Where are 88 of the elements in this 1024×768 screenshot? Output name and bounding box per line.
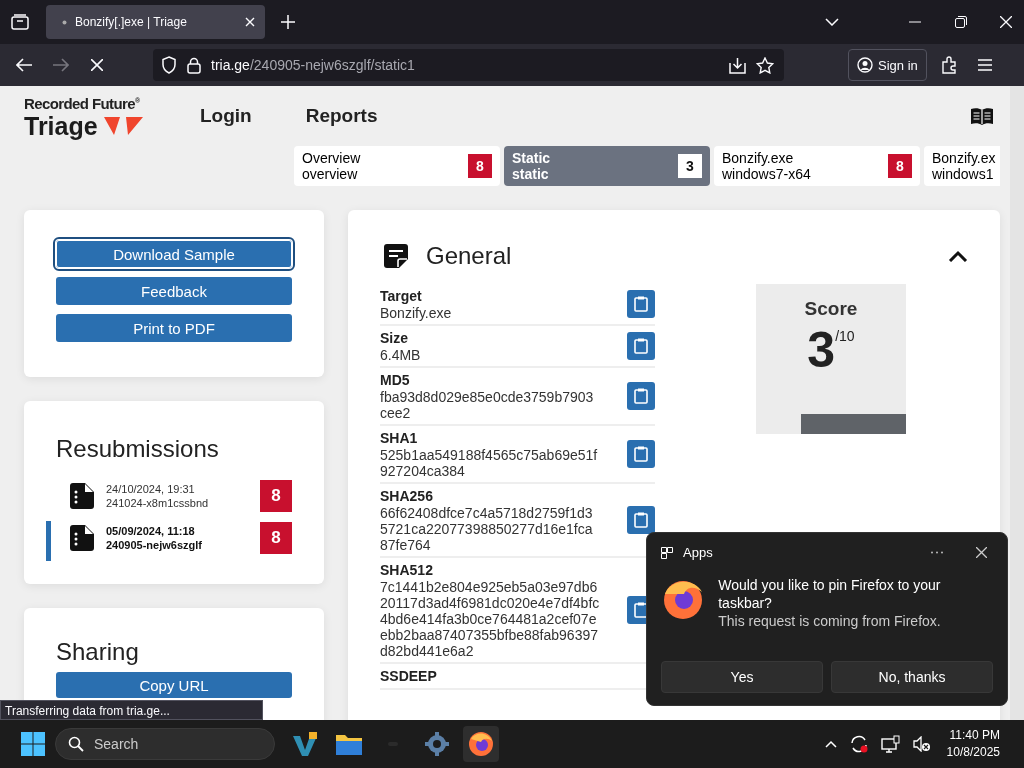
- field-value: 525b1aa549188f4565c75ab69e51f927204ca384: [380, 447, 599, 479]
- muted-speaker-icon[interactable]: [912, 736, 931, 752]
- forward-icon[interactable]: [53, 58, 69, 72]
- score-badge: 8: [260, 522, 292, 554]
- back-icon[interactable]: [16, 58, 32, 72]
- clipboard-icon: [634, 296, 648, 312]
- report-tab[interactable]: Bonzify.ex windows1: [924, 146, 1000, 186]
- extensions-icon[interactable]: [940, 56, 959, 74]
- url-text: tria.ge/240905-nejw6szglf/static1: [211, 57, 416, 73]
- new-tab-icon[interactable]: [281, 15, 295, 29]
- notification-button[interactable]: Yes: [661, 661, 823, 693]
- nav-link[interactable]: Login: [200, 105, 252, 127]
- loading-dot-icon: [62, 19, 67, 25]
- browser-tab[interactable]: Bonzify[.]exe | Triage: [46, 5, 265, 39]
- brand-name: Triage: [24, 111, 98, 140]
- clock-time[interactable]: 11:40 PM: [949, 727, 1000, 744]
- resubmission-link[interactable]: 24/10/2024, 19:31 241024-x8m1cssbnd: [106, 482, 260, 510]
- lock-icon[interactable]: [187, 56, 201, 74]
- restore-icon[interactable]: [955, 16, 967, 28]
- clipboard-icon: [634, 512, 648, 528]
- field-value: fba93d8d029e85e0cde3759b7903cee2: [380, 389, 595, 421]
- more-icon[interactable]: [930, 551, 944, 554]
- network-icon[interactable]: [880, 735, 901, 753]
- firefox-icon[interactable]: [463, 726, 499, 762]
- logo-icon: [103, 115, 144, 136]
- apps-icon: [661, 546, 673, 559]
- account-icon: [857, 57, 873, 73]
- score-value: 3: [807, 322, 836, 378]
- windows-start-icon[interactable]: [21, 732, 45, 756]
- close-icon[interactable]: [976, 547, 987, 558]
- field-label: SSDEEP: [380, 667, 438, 685]
- taskbar-search[interactable]: Search: [55, 728, 275, 760]
- notification-message: Would you like to pin Firefox to your taskbar?: [718, 576, 942, 612]
- field-value: Bonzify.exe: [380, 305, 453, 321]
- book-icon[interactable]: [970, 107, 994, 125]
- resubmission-link[interactable]: 05/09/2024, 11:18 240905-nejw6szglf: [106, 524, 260, 552]
- clipboard-icon: [634, 602, 648, 618]
- notification-detail: This request is coming from Firefox.: [718, 612, 942, 630]
- score-badge: 3: [678, 154, 702, 178]
- report-tab[interactable]: Bonzify.exe windows7-x64 8: [714, 146, 920, 186]
- clock-date[interactable]: 10/8/2025: [946, 744, 1000, 761]
- field-label: SHA256: [380, 487, 434, 505]
- report-tab[interactable]: Static static 3: [504, 146, 710, 186]
- field-label: MD5: [380, 371, 411, 389]
- action-button[interactable]: Print to PDF: [56, 314, 292, 342]
- section-title: General: [426, 242, 513, 270]
- notification-button[interactable]: No, thanks: [831, 661, 993, 693]
- card-title: Resubmissions: [56, 435, 220, 463]
- download-icon[interactable]: [729, 56, 746, 74]
- sync-icon[interactable]: [848, 735, 869, 753]
- field-value: 66f62408dfce7c4a5718d2759f1d35721ca22077398850277d16e1fca87fe764: [380, 505, 594, 553]
- field-value: 7c1441b2e804e925eb5a03e97db620117d3ad4f6981dc020e4e7df4bfc4bd6e414fa3b0ce764481a2cef07eebb2baa87407355bfbe88fab96397d82bd441e6a2: [380, 579, 600, 659]
- clipboard-icon: [634, 338, 648, 354]
- status-tooltip: Transferring data from tria.ge...: [0, 700, 263, 720]
- file-icon: [70, 525, 94, 551]
- clipboard-icon: [634, 388, 648, 404]
- field-value: 6.4MB: [380, 347, 422, 363]
- notification-app-name: Apps: [683, 545, 714, 560]
- field-label: Target: [380, 287, 423, 305]
- file-icon: [70, 483, 94, 509]
- score-label: Score: [804, 298, 858, 320]
- copy-url-button[interactable]: Copy URL: [56, 672, 292, 698]
- field-label: SHA1: [380, 429, 419, 447]
- nav-link[interactable]: Reports: [305, 105, 378, 127]
- score-max: /10: [835, 328, 855, 344]
- action-button[interactable]: Feedback: [56, 277, 292, 305]
- clipboard-icon: [634, 446, 648, 462]
- sign-in-button[interactable]: Sign in: [848, 49, 927, 81]
- score-badge: 8: [260, 480, 292, 512]
- card-title: Sharing: [56, 638, 140, 666]
- star-icon[interactable]: [756, 56, 774, 74]
- menu-icon[interactable]: [977, 59, 992, 71]
- action-button[interactable]: Download Sample: [56, 240, 292, 268]
- score-badge: 8: [888, 154, 912, 178]
- chevron-down-icon[interactable]: [825, 18, 839, 26]
- selection-bar: [46, 521, 51, 561]
- field-label: SHA512: [380, 561, 434, 579]
- stop-icon[interactable]: [91, 59, 103, 71]
- chevron-up-icon[interactable]: [948, 250, 968, 262]
- score-badge: 8: [468, 154, 492, 178]
- note-icon: [384, 244, 408, 268]
- shield-icon[interactable]: [161, 56, 177, 74]
- address-bar[interactable]: tria.ge/240905-nejw6szglf/static1: [153, 49, 784, 81]
- report-tab[interactable]: Overview overview 8: [294, 146, 500, 186]
- search-icon: [68, 736, 84, 752]
- tab-list-icon[interactable]: [11, 14, 29, 30]
- brand-subtitle: Recorded Future$^{®}$: [24, 93, 141, 112]
- field-label: Size: [380, 329, 409, 347]
